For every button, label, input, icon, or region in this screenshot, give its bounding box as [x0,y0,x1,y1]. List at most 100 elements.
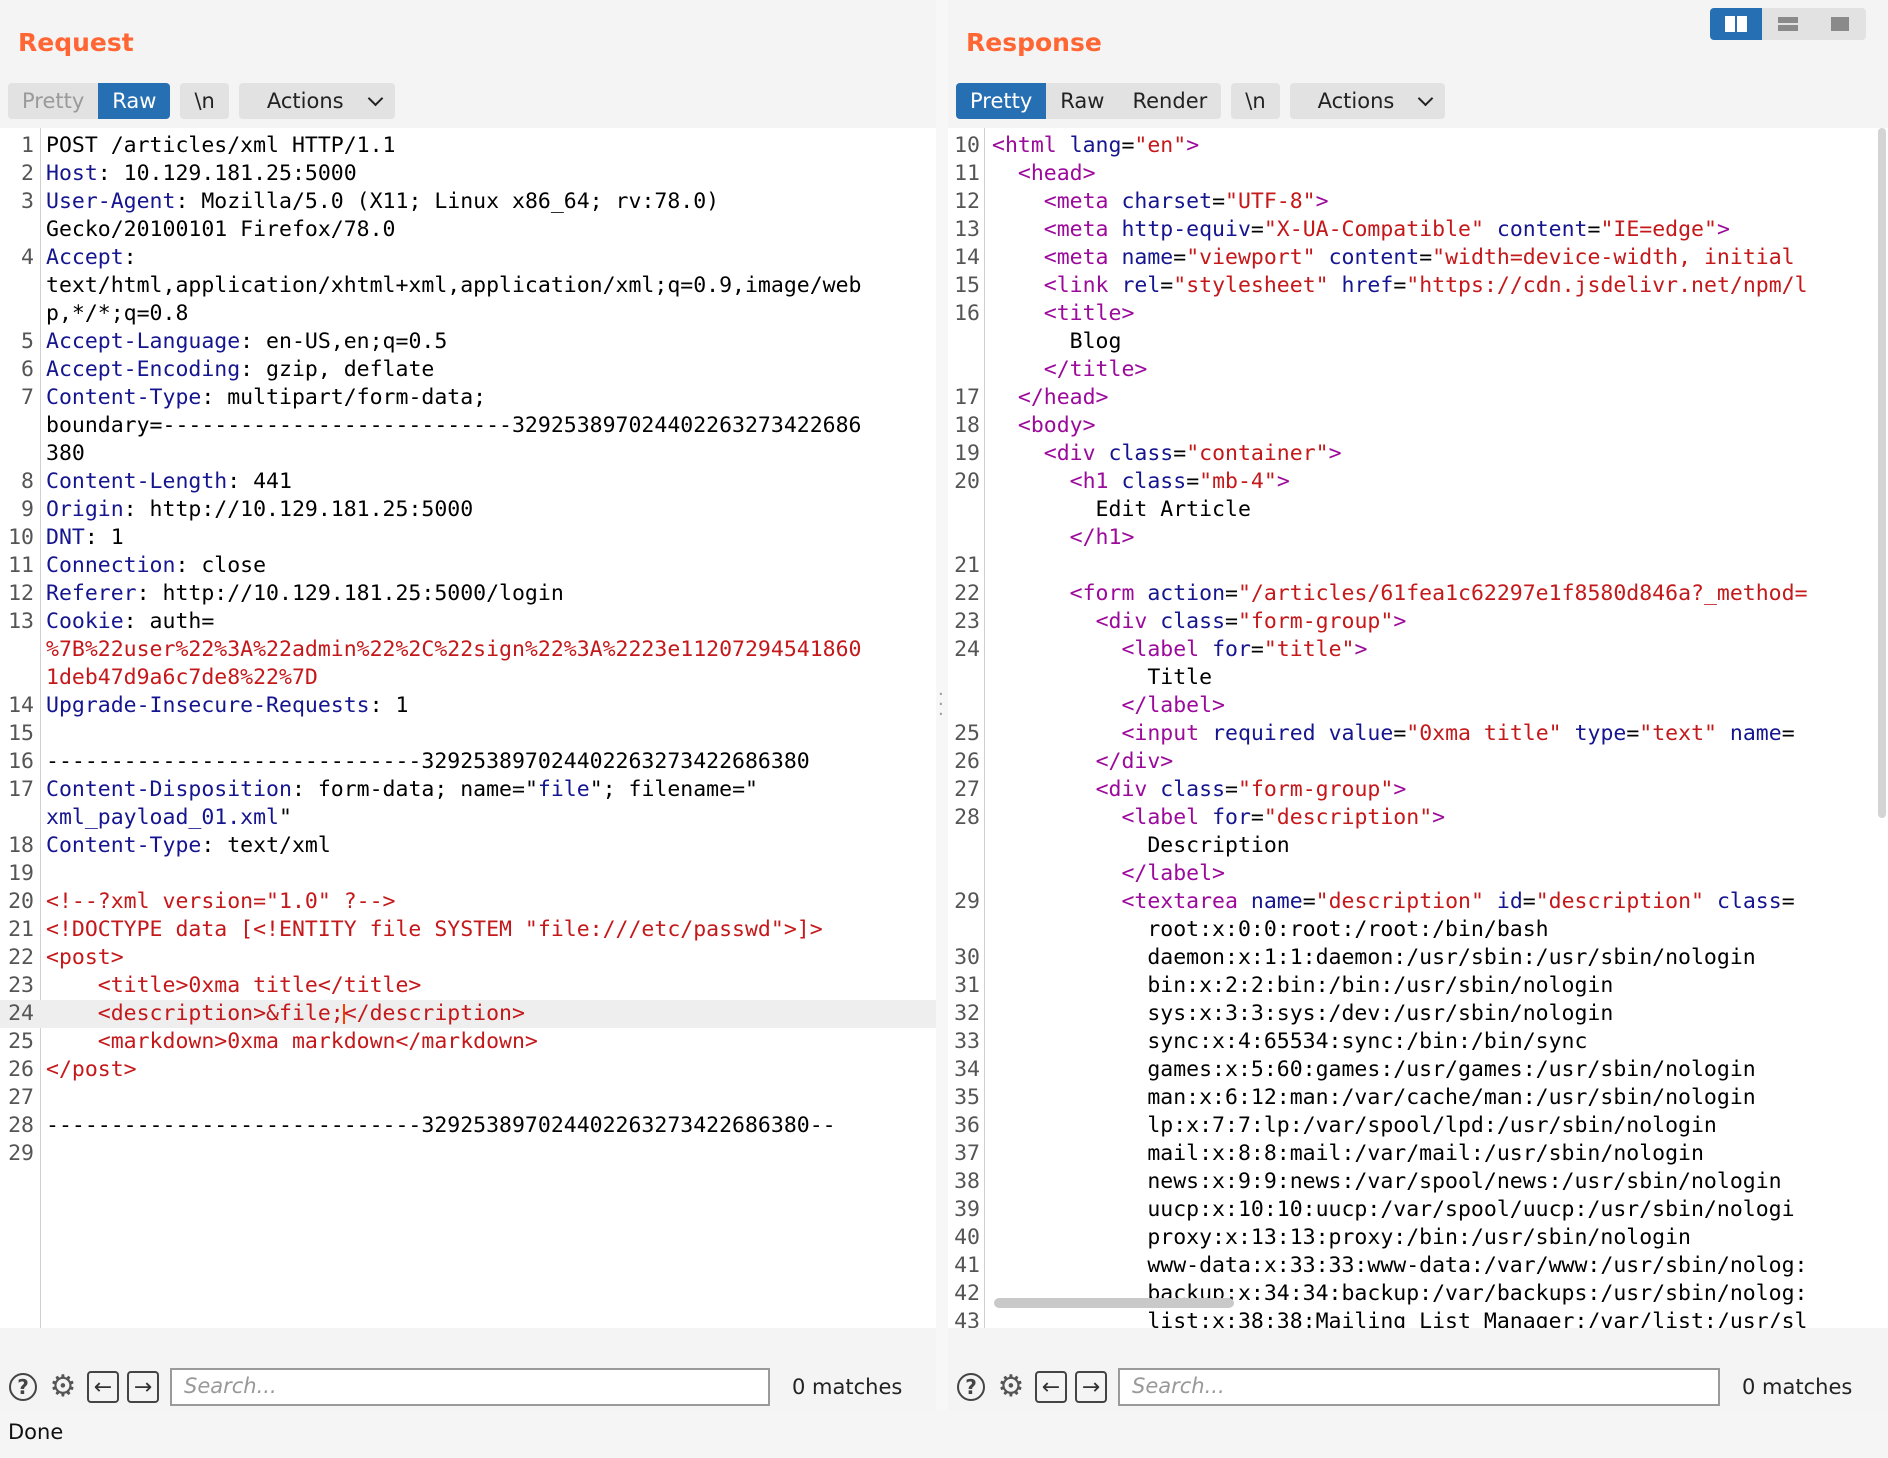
newline-label: \n [194,89,215,113]
code-token: href [1341,273,1394,298]
next-match-button[interactable]: → [126,1370,160,1404]
code-line: 24 <description>&file;</description> [0,1000,936,1028]
line-number: 13 [954,217,980,242]
line-number: 36 [954,1113,980,1138]
line-text: lp:x:7:7:lp:/var/spool/lpd:/usr/sbin/nol… [992,1112,1717,1140]
line-number: 26 [8,1057,34,1082]
code-token: name [1250,889,1303,914]
response-search-input[interactable]: Search... [1118,1368,1720,1406]
code-token: "form-group" [1237,777,1394,802]
line-text: Blog [992,328,1122,356]
arrow-right-icon: → [127,1371,159,1403]
line-text: <meta name="viewport" content="width=dev… [992,244,1795,272]
code-token: Gecko/20100101 Firefox/78.0 [46,217,396,242]
code-token: : 1 [369,693,409,718]
request-newline-toggle[interactable]: \n [180,83,229,119]
code-token: "X-UA-Compatible" [1263,217,1484,242]
code-line: 20 <h1 class="mb-4"> [948,468,1888,496]
code-line: 37 mail:x:8:8:mail:/var/mail:/usr/sbin/n… [948,1140,1888,1168]
horizontal-scrollbar[interactable] [994,1298,1234,1308]
line-number: 14 [954,245,980,270]
line-text: text/html,application/xhtml+xml,applicat… [46,272,861,300]
code-token: daemon:x:1:1:daemon:/usr/sbin:/usr/sbin/… [992,945,1756,970]
code-token: value [1328,721,1394,746]
code-token: <post> [46,945,124,970]
code-line: 28 -----------------------------329253897… [0,1112,936,1140]
code-line: 12 <meta charset="UTF-8"> [948,188,1888,216]
code-token: "UTF-8" [1225,189,1316,214]
layout-single-button[interactable] [1814,8,1866,40]
request-editor[interactable]: 1 POST /articles/xml HTTP/1.1 2 Host: 10.12… [0,128,936,1328]
code-token: "container" [1186,441,1329,466]
code-token: class [1716,889,1782,914]
response-code: 10 <html lang="en"> 11 <head> 12 <meta char… [948,132,1888,1328]
drag-handle-icon[interactable]: · · · [938,686,944,724]
layout-side-by-side-button[interactable] [1710,8,1762,40]
code-token: : [123,245,137,270]
line-text: Accept-Encoding: gzip, deflate [46,356,434,384]
code-line: 4 Accept: [0,244,936,272]
code-token: Accept [46,245,124,270]
code-token: : en-US,en;q=0.5 [240,329,448,354]
code-token: "form-group" [1237,609,1394,634]
code-line: 34 games:x:5:60:games:/usr/games:/usr/sb… [948,1056,1888,1084]
help-button[interactable]: ? [954,1370,988,1404]
settings-button[interactable]: ⚙ [46,1370,80,1404]
code-line: 25 <input required value="0xma title" ty… [948,720,1888,748]
response-tab-raw[interactable]: Raw [1046,83,1118,119]
code-token: Edit Article [992,497,1251,522]
code-line: 27 [0,1084,936,1112]
code-token: = [1626,721,1640,746]
code-token: news:x:9:9:news:/var/spool/news:/usr/sbi… [992,1169,1782,1194]
code-token: charset [1121,189,1213,214]
code-line: boundary=---------------------------3292… [0,412,936,440]
request-tab-pretty[interactable]: Pretty [8,83,98,119]
response-actions-button[interactable]: Actions [1289,83,1446,119]
line-text: Upgrade-Insecure-Requests: 1 [46,692,408,720]
line-text: <html lang="en"> [992,132,1199,160]
next-match-button[interactable]: → [1074,1370,1108,1404]
line-text: </label> [992,860,1225,888]
response-tab-pretty[interactable]: Pretty [956,83,1047,119]
previous-match-button[interactable]: ← [86,1370,120,1404]
code-token: Accept-Encoding [46,357,241,382]
response-title: Response [966,28,1102,57]
gear-icon: ⚙ [997,1369,1025,1404]
line-text: Accept-Language: en-US,en;q=0.5 [46,328,447,356]
response-editor[interactable]: 10 <html lang="en"> 11 <head> 12 <meta char… [948,128,1888,1328]
request-tab-raw[interactable]: Raw [98,83,171,119]
code-token: : Mozilla/5.0 (X11; Linux x86_64; rv:78.… [175,189,720,214]
code-line: 11 Connection: close [0,552,936,580]
code-token: Accept-Language [46,329,241,354]
previous-match-button[interactable]: ← [1034,1370,1068,1404]
code-token: bin:x:2:2:bin:/bin:/usr/sbin/nologin [992,973,1614,998]
vertical-scrollbar[interactable] [1878,128,1886,818]
status-bar-text: Done [8,1420,64,1444]
request-actions-button[interactable]: Actions [238,83,395,119]
line-text: mail:x:8:8:mail:/var/mail:/usr/sbin/nolo… [992,1140,1704,1168]
request-search-input[interactable]: Search... [170,1368,770,1406]
line-text: <h1 class="mb-4"> [992,468,1290,496]
code-token: = [1225,777,1238,802]
code-token: <meta [1043,189,1122,214]
response-newline-toggle[interactable]: \n [1231,83,1280,119]
line-text: -----------------------------32925389702… [46,748,810,776]
help-button[interactable]: ? [6,1370,40,1404]
line-text: 380 [46,440,85,468]
code-line: 39 uucp:x:10:10:uucp:/var/spool/uucp:/us… [948,1196,1888,1224]
line-number: 22 [954,581,980,606]
layout-stacked-button[interactable] [1762,8,1814,40]
code-line: 380 [0,440,936,468]
code-line: 17 </head> [948,384,1888,412]
settings-button[interactable]: ⚙ [994,1370,1028,1404]
line-text: proxy:x:13:13:proxy:/bin:/usr/sbin/nolog… [992,1224,1691,1252]
code-token: = [1393,721,1407,746]
code-token: mail:x:8:8:mail:/var/mail:/usr/sbin/nolo… [992,1141,1704,1166]
response-tab-render[interactable]: Render [1118,83,1221,119]
line-text: Content-Disposition: form-data; name="fi… [46,776,758,804]
code-token: list:x:38:38:Mailing List Manager:/var/l… [992,1309,1808,1328]
